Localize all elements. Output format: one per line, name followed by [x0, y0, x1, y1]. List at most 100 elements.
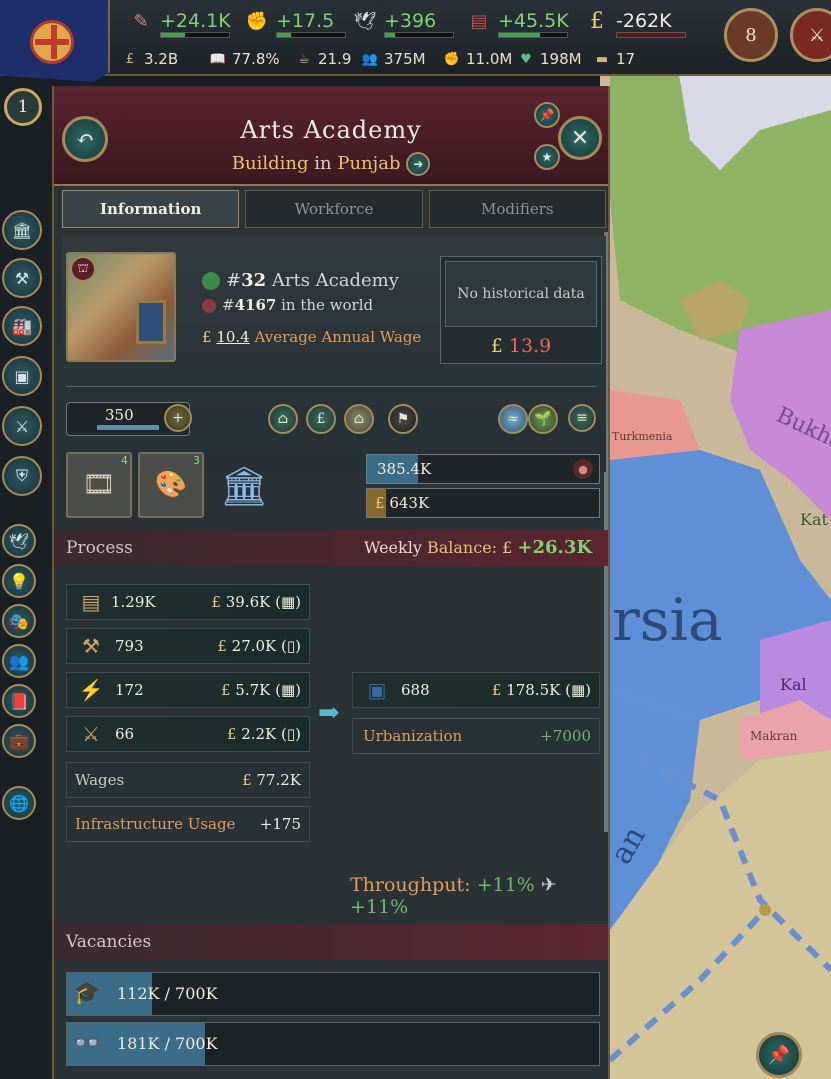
- peace-button[interactable]: 🕊: [2, 524, 36, 558]
- expand-button[interactable]: +: [164, 404, 192, 432]
- input-price: £ 5.7K (▦): [220, 681, 301, 699]
- house-plus-icon: ⌂: [277, 411, 289, 427]
- price-number: 13.9: [508, 335, 552, 357]
- level-bar: [97, 425, 159, 430]
- build-map-button[interactable]: 📌: [756, 1032, 802, 1078]
- map-modes-button[interactable]: 🌐: [2, 786, 36, 820]
- politics-button[interactable]: 👥: [2, 644, 36, 678]
- rank-hash: #: [226, 270, 242, 291]
- technology-button[interactable]: 💡: [2, 564, 36, 598]
- market-button[interactable]: ▣: [2, 356, 42, 396]
- diplomacy-button[interactable]: ⛨: [2, 456, 42, 496]
- throughput-a: +11%: [476, 874, 535, 896]
- production-method-film[interactable]: 🎞 4: [66, 452, 132, 518]
- money-balance-value: +45.5K: [498, 10, 569, 32]
- map-label-turkmenia: Turkmenia: [612, 430, 673, 443]
- vacancy-text: 181K / 700K: [117, 1034, 218, 1053]
- infamy-stat[interactable]: ▬ 17: [592, 48, 635, 70]
- input-row-tools[interactable]: ⚒ 793 £ 27.0K (▯): [66, 628, 310, 664]
- throughput[interactable]: Throughput: +11% ✈ +11%: [350, 874, 608, 918]
- pound-icon: £: [202, 328, 212, 346]
- pin-button[interactable]: 📌: [534, 102, 560, 128]
- wages-row[interactable]: Wages £ 77.2K: [66, 762, 310, 798]
- army-stat[interactable]: ✊ 11.0M: [442, 48, 512, 70]
- resource-button[interactable]: 🌱: [528, 404, 558, 434]
- treasury-resource[interactable]: £ -262K: [584, 4, 686, 38]
- state-link[interactable]: Punjab: [337, 153, 400, 174]
- gdp-stat[interactable]: £3.2B: [120, 48, 178, 70]
- money-balance-resource[interactable]: ▤ +45.5K: [466, 4, 569, 38]
- cash-reserves-value: 385.4K: [377, 460, 432, 478]
- input-row-electricity[interactable]: ⚡ 172 £ 5.7K (▦): [66, 672, 310, 708]
- ownership-government-icon[interactable]: 🏛: [216, 458, 272, 514]
- pin-icon: 📌: [767, 1044, 791, 1066]
- industry-button[interactable]: 🏭: [2, 306, 42, 346]
- wages-value: £ 77.2K: [242, 771, 301, 789]
- average-wage[interactable]: £ 10.4 Average Annual Wage: [202, 328, 421, 346]
- tab-information[interactable]: Information: [62, 190, 240, 228]
- input-row-paper[interactable]: ▤ 1.29K £ 39.6K (▦): [66, 584, 310, 620]
- book-icon: 📕: [9, 691, 29, 711]
- production-method-art[interactable]: 🎨 3: [138, 452, 204, 518]
- info-section: ⛫ #32 Arts Academy #4167 in the world £ …: [62, 236, 606, 472]
- vacancy-text: 112K / 700K: [117, 984, 218, 1003]
- vacancy-clerks[interactable]: 👓 181K / 700K: [66, 1022, 600, 1066]
- population-value: 375M: [384, 50, 426, 68]
- influence-value: +396: [384, 10, 437, 32]
- no-history-text: No historical data: [445, 261, 597, 327]
- output-row-fine-art[interactable]: ▣ 688 £ 178.5K (▦): [352, 672, 600, 708]
- menu-button[interactable]: ≡: [568, 404, 596, 432]
- privatize-button[interactable]: ⚑: [388, 404, 418, 434]
- tab-modifiers[interactable]: Modifiers: [428, 190, 606, 228]
- output-qty: 688: [401, 681, 430, 699]
- population-icon: 👥: [361, 51, 379, 67]
- culture-button[interactable]: 🎭: [2, 604, 36, 638]
- input-price: £ 2.2K (▯): [226, 725, 301, 743]
- alerts-button[interactable]: 8: [724, 8, 778, 62]
- authority-bar: [276, 32, 346, 38]
- build-button[interactable]: ⌂: [268, 404, 298, 434]
- output-price: £ 178.5K (▦): [491, 681, 591, 699]
- tab-workforce[interactable]: Workforce: [245, 190, 423, 228]
- house-flag-icon: ⌂: [353, 411, 365, 427]
- process-header: Process Weekly Balance: £ +26.3K: [54, 530, 608, 566]
- cash-max-bar[interactable]: £ 643K: [366, 488, 600, 518]
- panel-header: ↶ Arts Academy Building in Punjab ➜ 📌 ✕ …: [54, 86, 608, 186]
- population-stat[interactable]: 👥 375M: [360, 48, 426, 70]
- goto-state-button[interactable]: ➜: [406, 152, 431, 176]
- war-button[interactable]: ⚔: [790, 8, 831, 62]
- vacancy-academics[interactable]: 🎓 112K / 700K: [66, 972, 600, 1016]
- government-button[interactable]: 🏛: [2, 210, 42, 250]
- subsidize-button[interactable]: £: [306, 404, 336, 434]
- favorite-button[interactable]: ★: [534, 144, 560, 170]
- ownership-badge[interactable]: ⛫: [70, 256, 96, 282]
- vacancies-label: Vacancies: [66, 932, 152, 952]
- authority-resource[interactable]: ✊ +17.5: [244, 4, 346, 38]
- sol-stat[interactable]: ☕ 21.9: [294, 48, 351, 70]
- input-row-small-arms[interactable]: ⚔ 66 £ 2.2K (▯): [66, 716, 310, 752]
- weekly-balance[interactable]: Weekly Balance: £ +26.3K: [364, 537, 592, 558]
- literacy-stat[interactable]: 📖 77.8%: [208, 48, 280, 70]
- urbanization-row[interactable]: Urbanization +7000: [352, 718, 600, 754]
- authority-value: +17.5: [276, 10, 335, 32]
- infrastructure-row[interactable]: Infrastructure Usage +175: [66, 806, 310, 842]
- military-button[interactable]: ⚔: [2, 406, 42, 446]
- process-label: Process: [66, 538, 133, 558]
- factory-icon: 🏭: [12, 316, 32, 336]
- building-image: ⛫: [66, 252, 176, 362]
- journal-button[interactable]: 📕: [2, 684, 36, 718]
- pound-icon: £: [590, 8, 604, 34]
- nationalize-button[interactable]: ⌂: [344, 404, 374, 434]
- buildings-button[interactable]: ⚒: [2, 258, 42, 298]
- bureaucracy-resource[interactable]: ✎ +24.1K: [128, 4, 231, 38]
- infamy-value: 17: [616, 50, 636, 68]
- sprout-icon: 🌱: [534, 411, 552, 427]
- loyalists-stat[interactable]: ♥ 198M: [516, 48, 581, 70]
- close-button[interactable]: ✕: [558, 116, 602, 160]
- influence-resource[interactable]: 🕊 +396: [352, 4, 454, 38]
- country-flag[interactable]: [0, 0, 110, 82]
- star-icon: ★: [541, 150, 553, 164]
- budget-button[interactable]: 💼: [2, 724, 36, 758]
- terrain-button[interactable]: ≈: [498, 404, 528, 434]
- cash-reserves-bar[interactable]: 385.4K ●: [366, 454, 600, 484]
